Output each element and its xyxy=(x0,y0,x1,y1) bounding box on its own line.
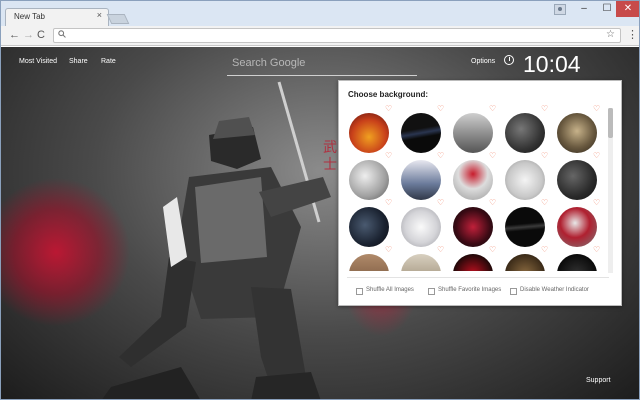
browser-toolbar: ← → C ☆ ⋮ xyxy=(1,26,639,46)
background-thumbnail[interactable] xyxy=(349,254,389,271)
forward-icon[interactable]: → xyxy=(23,28,34,42)
favorite-heart-icon[interactable]: ♡ xyxy=(437,152,444,160)
panel-divider xyxy=(347,277,609,278)
background-thumbnail[interactable] xyxy=(453,254,493,271)
options-link[interactable]: Options xyxy=(471,58,495,65)
support-link[interactable]: Support xyxy=(586,377,611,384)
browser-window: New Tab × – ☐ ✕ ← → C ☆ ⋮ 武 士 Most Visit… xyxy=(0,0,640,400)
background-thumbnail[interactable] xyxy=(349,207,389,247)
tab-close-icon[interactable]: × xyxy=(97,10,102,20)
menu-icon[interactable]: ⋮ xyxy=(627,29,638,41)
background-thumbnail[interactable] xyxy=(453,113,493,153)
background-chooser-panel: Choose background: ♡ ♡ ♡ ♡ ♡ ♡ ♡ ♡ ♡ ♡ ♡ ♡ ♡ ♡ ♡ ♡ ♡ ♡ ♡ ♡ … xyxy=(338,80,622,306)
background-thumbnail[interactable] xyxy=(401,207,441,247)
close-window-button[interactable]: ✕ xyxy=(616,1,639,17)
background-thumbnail[interactable] xyxy=(349,160,389,200)
disable-weather-label: Disable Weather Indicator xyxy=(520,287,589,293)
disable-weather-checkbox[interactable] xyxy=(510,288,517,295)
favorite-heart-icon[interactable]: ♡ xyxy=(593,199,600,207)
favorite-heart-icon[interactable]: ♡ xyxy=(489,199,496,207)
background-thumbnail[interactable] xyxy=(505,160,545,200)
background-thumbnail[interactable] xyxy=(401,160,441,200)
shuffle-all-checkbox[interactable] xyxy=(356,288,363,295)
shuffle-all-label: Shuffle All Images xyxy=(366,287,414,293)
background-thumbnail[interactable] xyxy=(401,254,441,271)
share-link[interactable]: Share xyxy=(69,58,88,65)
back-icon[interactable]: ← xyxy=(9,28,20,42)
minimize-button[interactable]: – xyxy=(572,1,596,17)
favorite-heart-icon[interactable]: ♡ xyxy=(385,152,392,160)
background-thumbnail[interactable] xyxy=(505,254,545,271)
favorite-heart-icon[interactable]: ♡ xyxy=(541,152,548,160)
favorite-heart-icon[interactable]: ♡ xyxy=(385,105,392,113)
thumbnail-grid: ♡ ♡ ♡ ♡ ♡ ♡ ♡ ♡ ♡ ♡ ♡ ♡ ♡ ♡ ♡ ♡ ♡ ♡ ♡ ♡ xyxy=(339,103,605,271)
address-bar[interactable]: ☆ xyxy=(53,28,621,43)
shuffle-favorite-label: Shuffle Favorite Images xyxy=(438,287,502,293)
favorite-heart-icon[interactable]: ♡ xyxy=(593,246,600,254)
favorite-heart-icon[interactable]: ♡ xyxy=(385,199,392,207)
favorite-heart-icon[interactable]: ♡ xyxy=(541,246,548,254)
background-thumbnail[interactable] xyxy=(401,113,441,153)
search-input[interactable]: Search Google xyxy=(232,57,305,69)
favorite-heart-icon[interactable]: ♡ xyxy=(489,105,496,113)
favorite-heart-icon[interactable]: ♡ xyxy=(385,246,392,254)
rate-link[interactable]: Rate xyxy=(101,58,116,65)
favorite-heart-icon[interactable]: ♡ xyxy=(489,152,496,160)
tab-new-tab[interactable]: New Tab × xyxy=(5,8,109,26)
favorite-heart-icon[interactable]: ♡ xyxy=(437,246,444,254)
panel-title: Choose background: xyxy=(348,90,429,99)
svg-text:武: 武 xyxy=(323,140,337,156)
favorite-heart-icon[interactable]: ♡ xyxy=(437,199,444,207)
scrollbar-thumb[interactable] xyxy=(608,108,613,138)
new-tab-page: 武 士 Most Visited Share Rate Search Googl… xyxy=(1,47,639,399)
favorite-heart-icon[interactable]: ♡ xyxy=(489,246,496,254)
background-thumbnail[interactable] xyxy=(505,113,545,153)
svg-text:士: 士 xyxy=(323,157,337,173)
favorite-heart-icon[interactable]: ♡ xyxy=(593,105,600,113)
background-thumbnail[interactable] xyxy=(557,113,597,153)
panel-scrollbar[interactable] xyxy=(608,108,613,273)
background-thumbnail[interactable] xyxy=(505,207,545,247)
search-icon xyxy=(58,30,66,40)
background-thumbnail[interactable] xyxy=(557,254,597,271)
background-thumbnail[interactable] xyxy=(349,113,389,153)
clock-icon xyxy=(504,55,514,65)
search-underline xyxy=(227,75,417,76)
shuffle-favorite-checkbox[interactable] xyxy=(428,288,435,295)
tab-title: New Tab xyxy=(14,12,45,21)
title-bar: New Tab × – ☐ ✕ xyxy=(1,1,639,26)
profile-icon[interactable] xyxy=(554,4,566,15)
favorite-heart-icon[interactable]: ♡ xyxy=(437,105,444,113)
most-visited-link[interactable]: Most Visited xyxy=(19,58,57,65)
background-thumbnail[interactable] xyxy=(453,160,493,200)
background-thumbnail[interactable] xyxy=(453,207,493,247)
reload-icon[interactable]: C xyxy=(37,28,45,42)
favorite-heart-icon[interactable]: ♡ xyxy=(593,152,600,160)
new-tab-button[interactable] xyxy=(106,14,130,24)
background-thumbnail[interactable] xyxy=(557,160,597,200)
bookmark-star-icon[interactable]: ☆ xyxy=(606,29,615,40)
background-thumbnail[interactable] xyxy=(557,207,597,247)
favorite-heart-icon[interactable]: ♡ xyxy=(541,105,548,113)
favorite-heart-icon[interactable]: ♡ xyxy=(541,199,548,207)
clock-time: 10:04 xyxy=(523,51,581,77)
